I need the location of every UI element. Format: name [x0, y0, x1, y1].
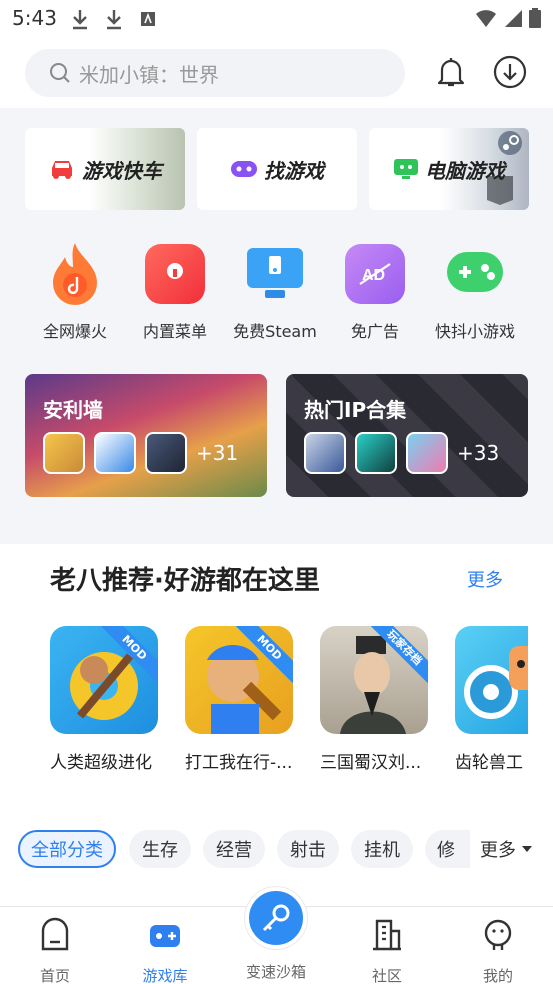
game-name: 打工我在行-...	[185, 753, 293, 773]
banner-avatars: +33	[304, 432, 499, 474]
flame-icon	[45, 243, 105, 305]
monitor-icon	[245, 244, 305, 304]
discovery-panel: 游戏快车 找游戏 电脑游戏 全网爆火 内置菜单 免费Steam AD 免广告	[0, 108, 553, 544]
section-more-link[interactable]: 更多	[467, 566, 503, 592]
banner-hot-ip[interactable]: 热门IP合集 +33	[286, 374, 528, 497]
chip-category[interactable]: 挂机	[351, 830, 413, 868]
game-thumbnail: 玩家存档	[320, 626, 428, 734]
pc-icon	[394, 159, 418, 179]
game-name: 齿轮兽工	[455, 753, 523, 773]
feature-label: 全网爆火	[42, 322, 107, 341]
game-avatar	[145, 432, 187, 474]
game-name: 三国蜀汉刘...	[320, 753, 422, 773]
quick-card-label: 游戏快车	[82, 158, 162, 183]
quick-card-pc-games[interactable]: 电脑游戏	[369, 128, 529, 210]
feature-label: 免广告	[350, 322, 399, 341]
banner-recommend-wall[interactable]: 安利墙 +31	[25, 374, 267, 497]
bell-icon[interactable]	[433, 54, 469, 90]
banner-title: 热门IP合集	[304, 398, 407, 422]
caret-down-icon	[522, 846, 532, 852]
category-filter-row: 全部分类 生存 经营 射击 挂机 修 更多	[0, 830, 553, 870]
controller-icon	[231, 161, 257, 177]
battery-icon	[529, 8, 541, 28]
category-more-label: 更多	[480, 840, 516, 861]
game-avatar	[43, 432, 85, 474]
key-icon	[262, 904, 290, 932]
building-icon	[373, 919, 401, 951]
feature-label: 快抖小游戏	[434, 322, 515, 341]
profile-icon	[484, 919, 512, 950]
banner-title: 安利墙	[43, 398, 103, 422]
banner-avatars: +31	[43, 432, 238, 474]
game-thumbnail: MOD	[185, 626, 293, 734]
home-icon	[41, 917, 69, 951]
feature-label: 免费Steam	[233, 322, 317, 341]
avatar-more-count: +31	[196, 441, 239, 465]
chip-category[interactable]: 生存	[129, 830, 191, 868]
nav-community[interactable]: 社区	[342, 917, 432, 984]
download-notification-icon	[73, 10, 87, 30]
game-avatar	[406, 432, 448, 474]
chip-all-categories[interactable]: 全部分类	[18, 830, 116, 868]
avatar-more-count: +33	[457, 441, 500, 465]
ad-free-icon: AD	[345, 244, 405, 304]
nav-label: 我的	[482, 967, 513, 984]
quick-card-game-express[interactable]: 游戏快车	[25, 128, 185, 210]
nav-game-library[interactable]: 游戏库	[120, 917, 210, 984]
feature-label: 内置菜单	[142, 322, 207, 341]
gamepad-icon	[445, 244, 505, 304]
game-card[interactable]: 齿轮兽工	[455, 626, 528, 773]
game-library-icon	[150, 925, 180, 947]
game-avatar	[355, 432, 397, 474]
quick-card-find-game[interactable]: 找游戏	[197, 128, 357, 210]
download-notification-icon	[107, 10, 121, 30]
quick-card-label: 电脑游戏	[425, 158, 505, 183]
status-bar: 5:43	[0, 0, 553, 36]
header: 米加小镇：世界	[0, 36, 553, 108]
search-input[interactable]: 米加小镇：世界	[25, 49, 405, 97]
wifi-icon	[476, 10, 496, 27]
bottom-nav: 首页 游戏库 变速沙箱 社区 我的	[0, 887, 553, 984]
game-name: 人类超级进化	[50, 753, 152, 773]
menu-icon	[145, 244, 205, 304]
section-title: 老八推荐·好游都在这里	[50, 566, 320, 596]
game-avatar	[304, 432, 346, 474]
steam-logo-icon	[498, 131, 522, 155]
signal-icon	[505, 10, 522, 27]
feature-mini-games[interactable]: 快抖小游戏	[430, 244, 520, 342]
nav-label[interactable]: 变速沙箱	[226, 961, 326, 982]
chip-category[interactable]: 射击	[277, 830, 339, 868]
feature-hot[interactable]: 全网爆火	[30, 243, 120, 342]
car-icon	[52, 161, 72, 179]
category-more-button[interactable]: 更多	[470, 830, 553, 868]
chip-category[interactable]: 经营	[203, 830, 265, 868]
feature-free-steam[interactable]: 免费Steam	[230, 244, 320, 342]
feature-built-in-menu[interactable]: 内置菜单	[130, 244, 220, 342]
nav-profile[interactable]: 我的	[453, 917, 543, 984]
game-avatar	[94, 432, 136, 474]
quick-card-label: 找游戏	[264, 158, 324, 183]
game-thumbnail	[455, 626, 528, 734]
game-card[interactable]: MOD 人类超级进化	[50, 626, 160, 773]
app-notification-icon	[141, 12, 155, 26]
game-thumbnail: MOD	[50, 626, 158, 734]
nav-label: 社区	[371, 967, 402, 984]
search-placeholder: 米加小镇：世界	[79, 62, 219, 87]
feature-ad-free[interactable]: AD 免广告	[330, 244, 420, 342]
game-card[interactable]: 玩家存档 三国蜀汉刘...	[320, 626, 430, 773]
nav-label: 游戏库	[142, 967, 188, 984]
game-card[interactable]: MOD 打工我在行-...	[185, 626, 295, 773]
nav-label: 首页	[39, 967, 70, 984]
nav-home[interactable]: 首页	[10, 917, 100, 984]
search-icon	[50, 63, 70, 83]
download-icon[interactable]	[492, 54, 528, 90]
speed-sandbox-button[interactable]	[245, 887, 307, 949]
status-time: 5:43	[12, 6, 57, 30]
